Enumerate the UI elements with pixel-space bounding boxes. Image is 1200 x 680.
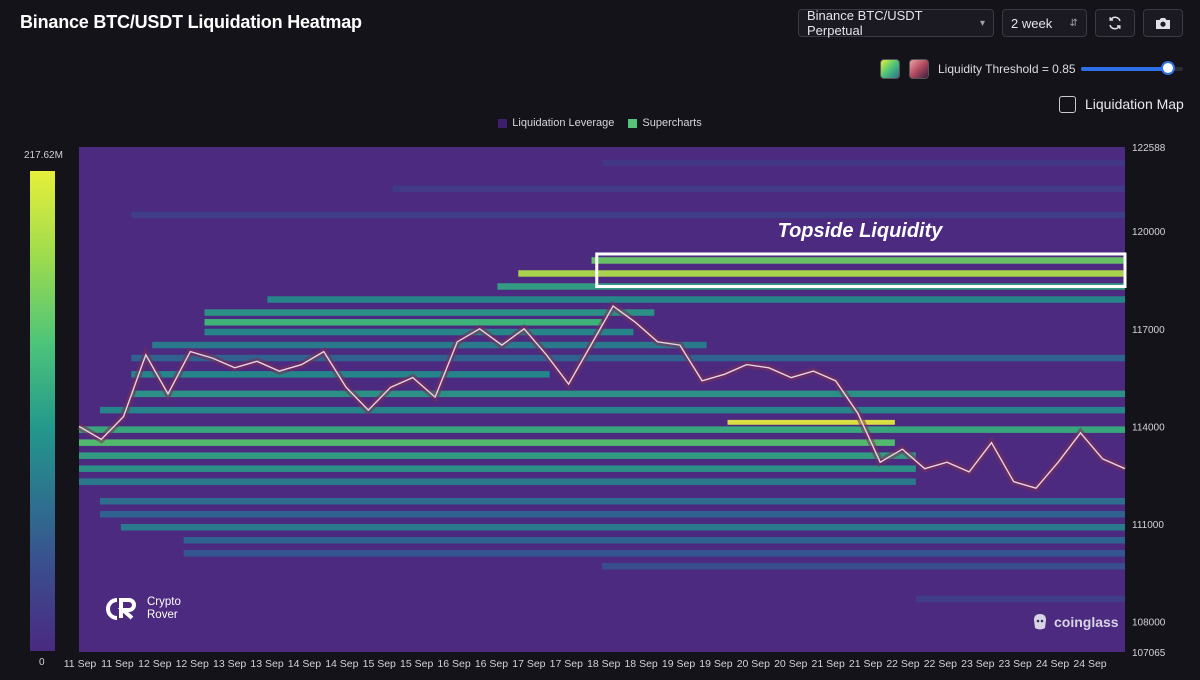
x-tick-label: 17 Sep xyxy=(550,658,583,670)
heatmap-band xyxy=(152,341,707,349)
x-tick-label: 20 Sep xyxy=(774,658,807,670)
heatmap-band xyxy=(183,536,1126,544)
y-tick-label: 122588 xyxy=(1132,143,1166,154)
heatmap-band xyxy=(518,270,1125,277)
x-tick-label: 12 Sep xyxy=(176,658,209,670)
x-tick-label: 13 Sep xyxy=(213,658,246,670)
x-tick-label: 11 Sep xyxy=(64,658,97,670)
annotation-label: Topside Liquidity xyxy=(778,220,944,242)
x-tick-label: 13 Sep xyxy=(250,658,283,670)
heatmap-band xyxy=(204,328,634,336)
y-tick-label: 107065 xyxy=(1132,648,1166,659)
x-tick-label: 11 Sep xyxy=(101,658,134,670)
y-tick-label: 120000 xyxy=(1132,227,1166,238)
x-tick-label: 16 Sep xyxy=(437,658,470,670)
x-tick-label: 15 Sep xyxy=(400,658,433,670)
heatmap-band xyxy=(131,354,1126,362)
x-tick-label: 16 Sep xyxy=(475,658,508,670)
heatmap-band xyxy=(267,296,1125,303)
crypto-rover-logo xyxy=(106,598,136,620)
x-tick-label: 23 Sep xyxy=(999,658,1032,670)
heatmap-band xyxy=(99,510,1125,518)
x-tick-label: 19 Sep xyxy=(662,658,695,670)
x-tick-label: 21 Sep xyxy=(812,658,845,670)
x-tick-label: 23 Sep xyxy=(961,658,994,670)
x-tick-label: 22 Sep xyxy=(886,658,919,670)
coinglass-text: coinglass xyxy=(1054,614,1119,630)
heatmap-band xyxy=(79,426,1125,433)
heatmap-band xyxy=(602,563,1125,570)
heatmap-band xyxy=(392,185,1125,193)
heatmap-band xyxy=(183,550,1126,557)
crypto-rover-text: Crypto Rover xyxy=(147,596,181,622)
heatmap-band xyxy=(591,257,1125,264)
x-tick-label: 14 Sep xyxy=(325,658,358,670)
brand-line-2: Rover xyxy=(147,609,178,621)
x-tick-label: 24 Sep xyxy=(1036,658,1069,670)
x-tick-label: 19 Sep xyxy=(699,658,732,670)
heatmap-band xyxy=(131,390,1126,398)
x-tick-label: 14 Sep xyxy=(288,658,321,670)
coinglass-watermark: coinglass xyxy=(1030,612,1119,632)
heatmap-band xyxy=(131,211,1126,219)
x-tick-label: 24 Sep xyxy=(1073,658,1106,670)
heatmap-band xyxy=(79,452,916,459)
x-tick-label: 20 Sep xyxy=(737,658,770,670)
brand-line-1: Crypto xyxy=(147,596,181,608)
heatmap-chart[interactable]: Topside Liquidity 122588 120000 117000 11400… xyxy=(0,0,1200,680)
x-tick-label: 18 Sep xyxy=(587,658,620,670)
y-tick-label: 108000 xyxy=(1132,618,1166,629)
heatmap-band xyxy=(204,309,655,316)
heatmap-band xyxy=(727,419,895,425)
x-tick-label: 17 Sep xyxy=(512,658,545,670)
x-tick-label: 22 Sep xyxy=(924,658,957,670)
x-tick-label: 18 Sep xyxy=(624,658,657,670)
heatmap-band xyxy=(79,478,916,485)
plot-background xyxy=(79,147,1125,652)
heatmap-band xyxy=(204,319,602,326)
heatmap-band xyxy=(79,465,916,472)
y-tick-label: 114000 xyxy=(1132,422,1165,433)
heatmap-band xyxy=(602,159,1125,167)
x-tick-label: 21 Sep xyxy=(849,658,882,670)
y-tick-label: 117000 xyxy=(1132,325,1165,336)
heatmap-band xyxy=(79,439,895,446)
x-tick-label: 12 Sep xyxy=(138,658,171,670)
coinglass-logo-icon xyxy=(1034,614,1046,630)
x-tick-label: 15 Sep xyxy=(363,658,396,670)
heatmap-band xyxy=(99,497,1125,505)
y-tick-label: 111000 xyxy=(1132,520,1164,531)
heatmap-band xyxy=(120,523,1126,531)
heatmap-band xyxy=(915,595,1125,603)
heatmap-band xyxy=(99,406,1125,414)
